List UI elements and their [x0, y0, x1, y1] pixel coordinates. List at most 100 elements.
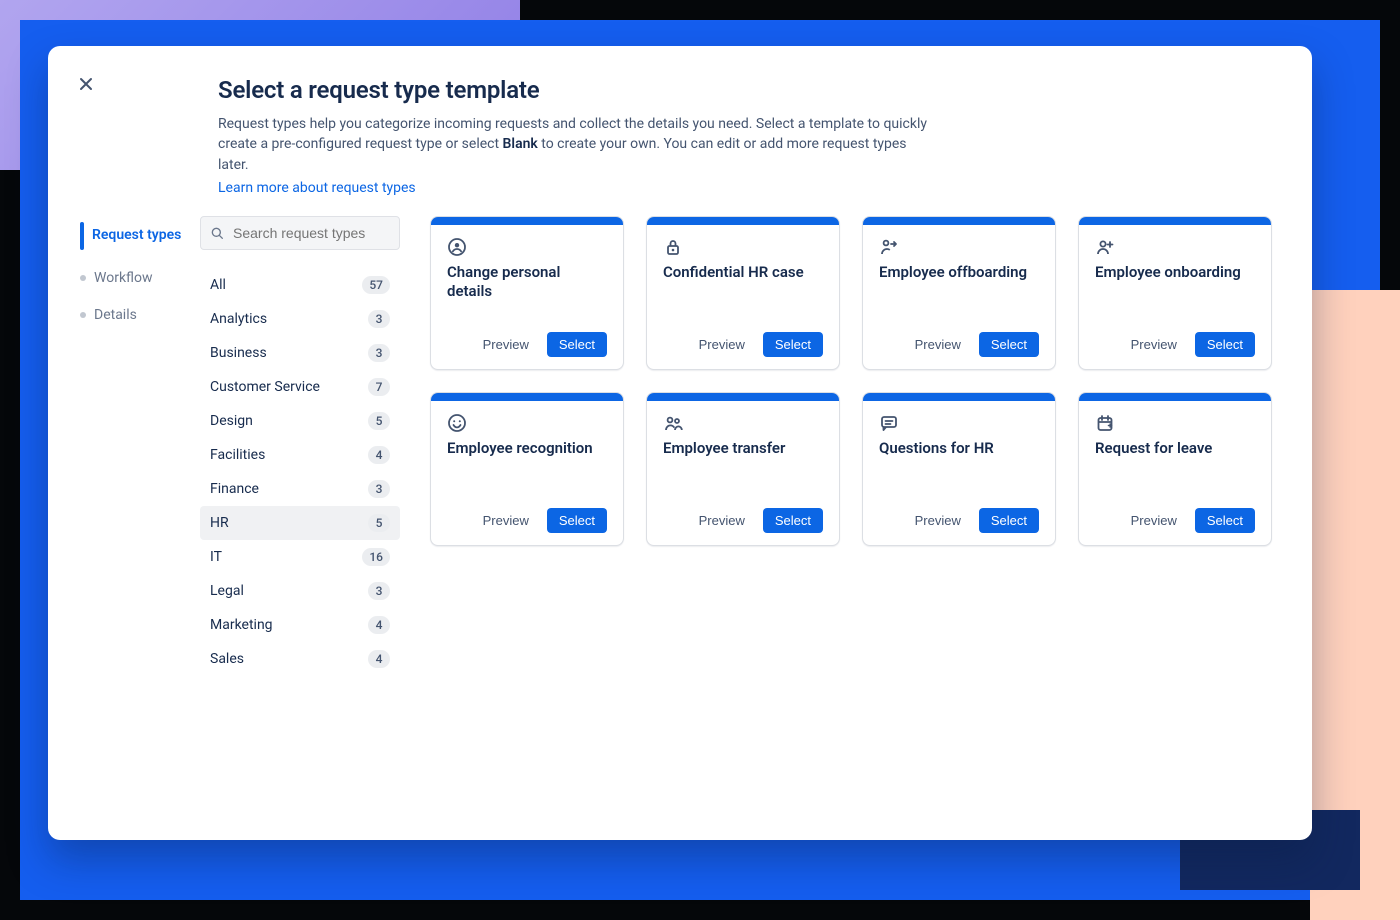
preview-button[interactable]: Preview	[1125, 512, 1183, 529]
card-actions: Preview Select	[1095, 332, 1255, 357]
select-button[interactable]: Select	[547, 332, 607, 357]
person-exit-icon	[879, 237, 1039, 259]
card-title: Questions for HR	[879, 439, 1039, 458]
category-count-badge: 3	[368, 310, 390, 328]
select-button[interactable]: Select	[763, 508, 823, 533]
search-icon	[209, 225, 225, 241]
category-label: Facilities	[210, 447, 265, 463]
select-button[interactable]: Select	[1195, 332, 1255, 357]
preview-button[interactable]: Preview	[477, 336, 535, 353]
category-finance[interactable]: Finance 3	[200, 472, 400, 506]
template-card: Employee recognitionPreviewSelect	[430, 392, 624, 546]
category-sales[interactable]: Sales 4	[200, 642, 400, 676]
preview-button[interactable]: Preview	[1125, 336, 1183, 353]
select-button[interactable]: Select	[979, 508, 1039, 533]
template-card: Request for leavePreviewSelect	[1078, 392, 1272, 546]
category-hr[interactable]: HR 5	[200, 506, 400, 540]
preview-button[interactable]: Preview	[909, 336, 967, 353]
card-actions: Preview Select	[663, 508, 823, 533]
category-legal[interactable]: Legal 3	[200, 574, 400, 608]
card-actions: Preview Select	[879, 332, 1039, 357]
category-it[interactable]: IT 16	[200, 540, 400, 574]
category-label: Marketing	[210, 617, 273, 633]
template-grid: Change personal details Preview Select Conf…	[420, 216, 1272, 820]
search-input[interactable]	[231, 224, 391, 242]
category-facilities[interactable]: Facilities 4	[200, 438, 400, 472]
category-label: Design	[210, 413, 253, 429]
close-button[interactable]	[76, 74, 96, 94]
chat-icon	[879, 413, 1039, 435]
category-count-badge: 3	[368, 582, 390, 600]
card-title: Change personal details	[447, 263, 607, 301]
select-button[interactable]: Select	[979, 332, 1039, 357]
people-icon	[663, 413, 823, 435]
category-label: All	[210, 277, 226, 293]
tab-label: Request types	[92, 227, 181, 244]
card-accent-stripe	[1079, 393, 1271, 401]
preview-button[interactable]: Preview	[693, 336, 751, 353]
tab-request-types[interactable]: Request types	[78, 218, 190, 254]
tab-workflow[interactable]: Workflow	[78, 266, 190, 291]
category-count-badge: 5	[368, 514, 390, 532]
category-label: Legal	[210, 583, 244, 599]
template-card: Change personal details Preview Select	[430, 216, 624, 370]
category-count-badge: 4	[368, 446, 390, 464]
learn-more-link[interactable]: Learn more about request types	[218, 180, 416, 196]
calendar-icon	[1095, 413, 1255, 435]
person-circle-icon	[447, 237, 607, 259]
category-analytics[interactable]: Analytics3	[200, 302, 400, 336]
category-count-badge: 4	[368, 650, 390, 668]
category-count-badge: 16	[362, 548, 390, 566]
card-title: Employee offboarding	[879, 263, 1039, 282]
card-accent-stripe	[647, 393, 839, 401]
category-business[interactable]: Business3	[200, 336, 400, 370]
card-actions: Preview Select	[447, 508, 607, 533]
card-accent-stripe	[647, 217, 839, 225]
smile-icon	[447, 413, 607, 435]
card-actions: Preview Select	[663, 332, 823, 357]
close-icon	[79, 77, 93, 91]
tab-label: Details	[94, 307, 137, 324]
category-label: IT	[210, 549, 222, 565]
card-accent-stripe	[863, 217, 1055, 225]
card-accent-stripe	[431, 217, 623, 225]
category-count-badge: 4	[368, 616, 390, 634]
template-card: Employee onboarding Preview Select	[1078, 216, 1272, 370]
category-all[interactable]: All 57	[200, 268, 400, 302]
search-field[interactable]	[200, 216, 400, 250]
card-title: Confidential HR case	[663, 263, 823, 282]
tab-dot	[80, 275, 86, 281]
preview-button[interactable]: Preview	[909, 512, 967, 529]
select-button[interactable]: Select	[763, 332, 823, 357]
tab-dot	[80, 312, 86, 318]
category-label: Business	[210, 345, 267, 361]
category-label: HR	[210, 515, 229, 531]
template-card: Employee offboarding Preview Select	[862, 216, 1056, 370]
select-button[interactable]: Select	[1195, 508, 1255, 533]
tab-details[interactable]: Details	[78, 303, 190, 328]
category-count-badge: 57	[362, 276, 390, 294]
category-list: All57Analytics3Business3Customer Service…	[200, 268, 400, 676]
modal-header: Select a request type template Request t…	[218, 74, 938, 196]
category-count-badge: 7	[368, 378, 390, 396]
page-description: Request types help you categorize incomi…	[218, 114, 938, 175]
select-button[interactable]: Select	[547, 508, 607, 533]
category-design[interactable]: Design5	[200, 404, 400, 438]
category-label: Sales	[210, 651, 244, 667]
category-count-badge: 3	[368, 480, 390, 498]
template-card: Employee transferPreviewSelect	[646, 392, 840, 546]
preview-button[interactable]: Preview	[693, 512, 751, 529]
category-marketing[interactable]: Marketing 4	[200, 608, 400, 642]
category-label: Finance	[210, 481, 259, 497]
card-accent-stripe	[863, 393, 1055, 401]
person-add-icon	[1095, 237, 1255, 259]
category-label: Customer Service	[210, 379, 320, 395]
vertical-tabs: Request types Workflow Details	[78, 216, 190, 820]
tab-active-bar	[80, 222, 84, 250]
lock-icon	[663, 237, 823, 259]
category-customer-service[interactable]: Customer Service 7	[200, 370, 400, 404]
card-actions: Preview Select	[447, 332, 607, 357]
preview-button[interactable]: Preview	[477, 512, 535, 529]
card-title: Employee onboarding	[1095, 263, 1255, 282]
template-card: Questions for HR Preview Select	[862, 392, 1056, 546]
